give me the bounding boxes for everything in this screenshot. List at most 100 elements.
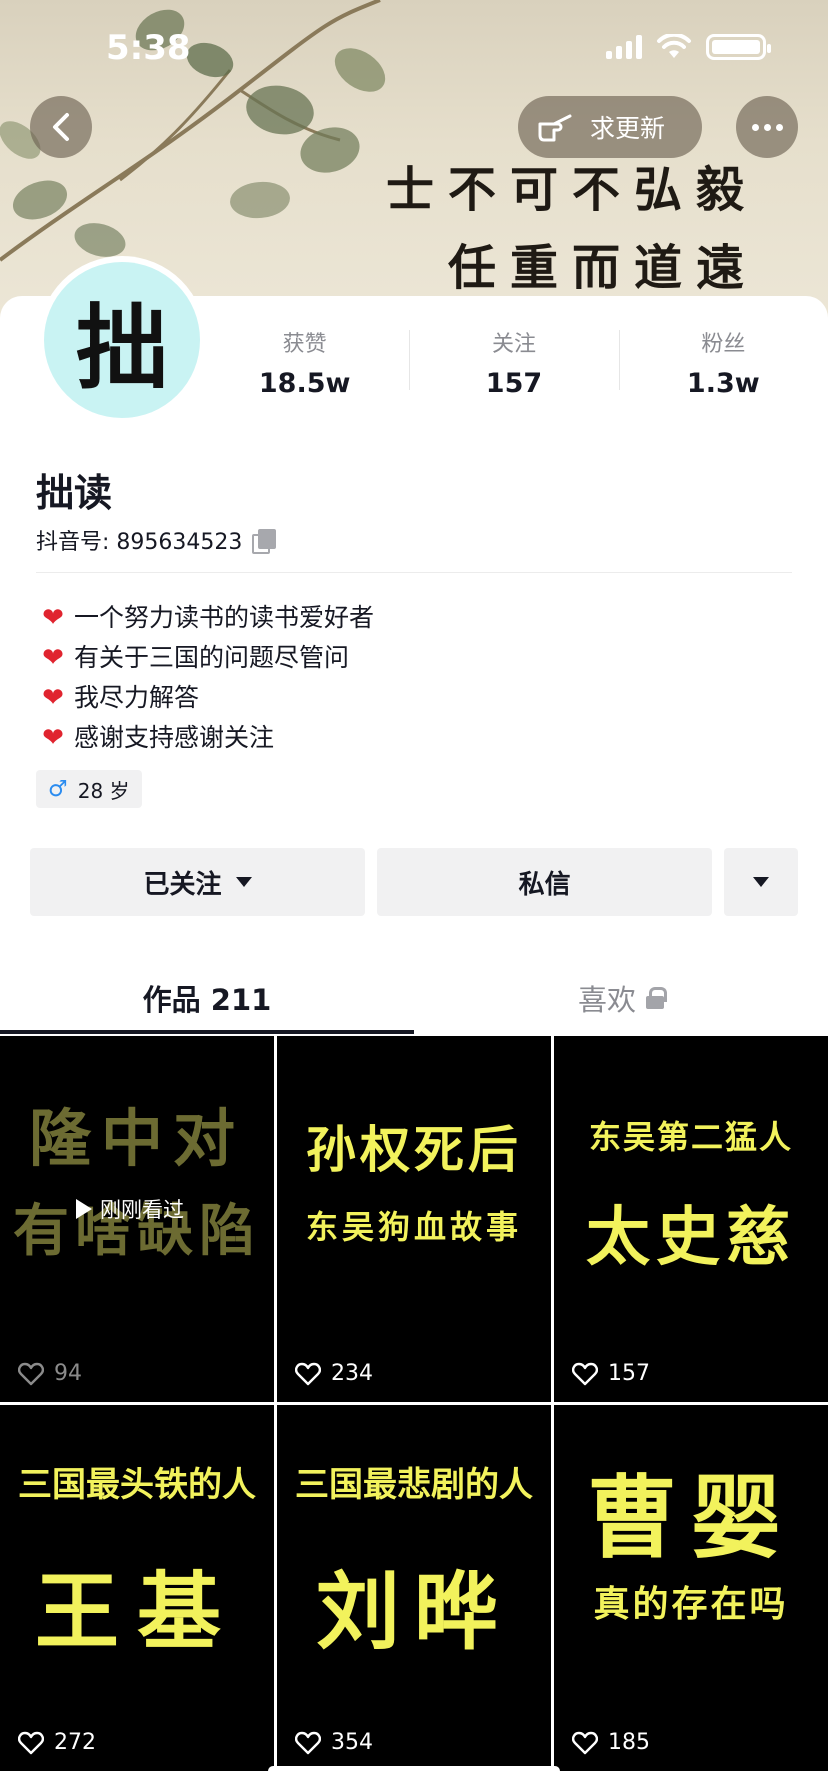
bio-line: ❤ 有关于三国的问题尽管问 [36,638,374,678]
profile-stats: 获赞 18.5w 关注 157 粉丝 1.3w [200,320,828,400]
tab-works[interactable]: 作品 211 [0,960,414,1036]
video-grid: 隆中对 有啥缺陷 刚刚看过 94 孙权死后 东吴狗血故事 234 东吴第二猛人 … [0,1036,828,1776]
pointing-hand-icon [538,114,572,142]
stat-label: 获赞 [282,332,327,357]
more-dots-icon [751,123,759,131]
video-likes: 157 [572,1361,650,1386]
more-actions-button[interactable] [724,848,798,916]
video-title-line2: 东吴狗血故事 [305,1208,522,1246]
home-indicator[interactable] [268,1766,560,1776]
likes-count: 157 [608,1361,650,1386]
red-heart-icon: ❤ [42,683,64,713]
tab-active-indicator [0,1030,414,1034]
video-title-line2: 太史慈 [586,1200,796,1275]
video-title-line1: 东吴第二猛人 [588,1118,793,1156]
video-title-line1: 三国最头铁的人 [18,1465,256,1505]
heart-outline-icon [572,1731,598,1754]
heart-outline-icon [18,1731,44,1754]
bio-line: ❤ 一个努力读书的读书爱好者 [36,598,374,638]
stat-value: 18.5w [258,368,351,399]
heart-outline-icon [572,1362,598,1385]
video-title-line2: 真的存在吗 [593,1583,789,1625]
video-thumbnail[interactable]: 曹婴 真的存在吗 185 [554,1405,828,1771]
stat-label: 关注 [491,332,536,357]
video-likes: 272 [18,1730,96,1755]
douyin-id[interactable]: 抖音号: 895634523 [36,524,277,556]
age-text: 28 岁 [77,778,130,803]
battery-icon [706,34,771,60]
status-bar: 5:38 [0,0,828,96]
play-icon [76,1199,92,1219]
lock-icon [646,987,667,1009]
likes-count: 354 [331,1730,373,1755]
heart-outline-icon [295,1362,321,1385]
video-thumbnail[interactable]: 三国最头铁的人 王基 272 [0,1405,274,1771]
video-thumbnail[interactable]: 孙权死后 东吴狗血故事 234 [277,1036,551,1402]
followed-label: 已关注 [143,869,222,900]
video-title-line1: 孙权死后 [306,1120,522,1179]
tab-likes-label: 喜欢 [577,983,636,1017]
status-icons [606,34,771,60]
bio-text: 一个努力读书的读书爱好者 [74,603,375,632]
message-button[interactable]: 私信 [377,848,713,916]
video-likes: 234 [295,1361,373,1386]
bio-text: 感谢支持感谢关注 [74,723,275,752]
wifi-icon [657,34,691,58]
back-button[interactable] [30,96,92,158]
caret-down-icon [753,877,770,887]
cellular-signal-icon [606,35,642,59]
bio-line: ❤ 感谢支持感谢关注 [36,718,374,758]
profile-name: 拙读 [36,471,113,515]
urge-update-button[interactable]: 求更新 [518,96,702,158]
likes-count: 185 [608,1730,650,1755]
profile-bio: ❤ 一个努力读书的读书爱好者 ❤ 有关于三国的问题尽管问 ❤ 我尽力解答 ❤ 感… [36,598,374,758]
banner-poem-line1: 士不可不弘毅 [385,162,758,218]
male-gender-icon: ♂ [48,776,68,802]
stat-following[interactable]: 关注 157 [409,320,618,400]
video-thumbnail[interactable]: 三国最悲剧的人 刘晔 354 [277,1405,551,1771]
watched-badge: 刚刚看过 [76,1194,184,1224]
likes-count: 94 [54,1361,82,1386]
message-label: 私信 [518,869,571,900]
stat-value: 1.3w [686,368,760,399]
divider [36,572,792,573]
red-heart-icon: ❤ [42,723,64,753]
douyin-id-text: 抖音号: 895634523 [36,530,243,555]
stat-value: 157 [485,368,543,399]
copy-icon[interactable] [252,529,277,554]
followed-button[interactable]: 已关注 [30,848,366,916]
stat-label: 粉丝 [701,332,746,357]
tab-likes[interactable]: 喜欢 [414,960,828,1036]
video-title-line2: 刘晔 [315,1562,512,1661]
video-title-line1: 三国最悲剧的人 [295,1465,533,1505]
likes-count: 234 [331,1361,373,1386]
heart-outline-icon [295,1731,321,1754]
avatar-image: 拙 [44,262,200,418]
video-thumbnail[interactable]: 隆中对 有啥缺陷 刚刚看过 94 [0,1036,274,1402]
more-options-button[interactable] [736,96,798,158]
heart-outline-icon [18,1362,44,1385]
caret-down-icon [235,877,252,887]
urge-update-label: 求更新 [590,114,666,143]
tab-works-label: 作品 211 [142,983,272,1017]
video-likes: 94 [18,1361,82,1386]
stat-likes[interactable]: 获赞 18.5w [200,320,409,400]
avatar[interactable]: 拙 [38,256,206,424]
status-time: 5:38 [106,28,191,68]
bio-text: 有关于三国的问题尽管问 [74,643,350,672]
red-heart-icon: ❤ [42,643,64,673]
bio-line: ❤ 我尽力解答 [36,678,374,718]
likes-count: 272 [54,1730,96,1755]
red-heart-icon: ❤ [42,603,64,633]
age-tag: ♂ 28 岁 [36,770,142,808]
stat-followers[interactable]: 粉丝 1.3w [618,320,828,400]
video-likes: 185 [572,1730,650,1755]
video-title-line1: 隆中对 [28,1102,245,1175]
watched-label: 刚刚看过 [100,1198,184,1222]
content-tabs: 作品 211 喜欢 [0,960,828,1036]
video-thumbnail[interactable]: 东吴第二猛人 太史慈 157 [554,1036,828,1402]
bio-text: 我尽力解答 [74,683,200,712]
video-title-line2: 王基 [34,1562,239,1661]
chevron-left-icon [53,113,69,141]
profile-actions: 已关注 私信 [30,848,798,916]
